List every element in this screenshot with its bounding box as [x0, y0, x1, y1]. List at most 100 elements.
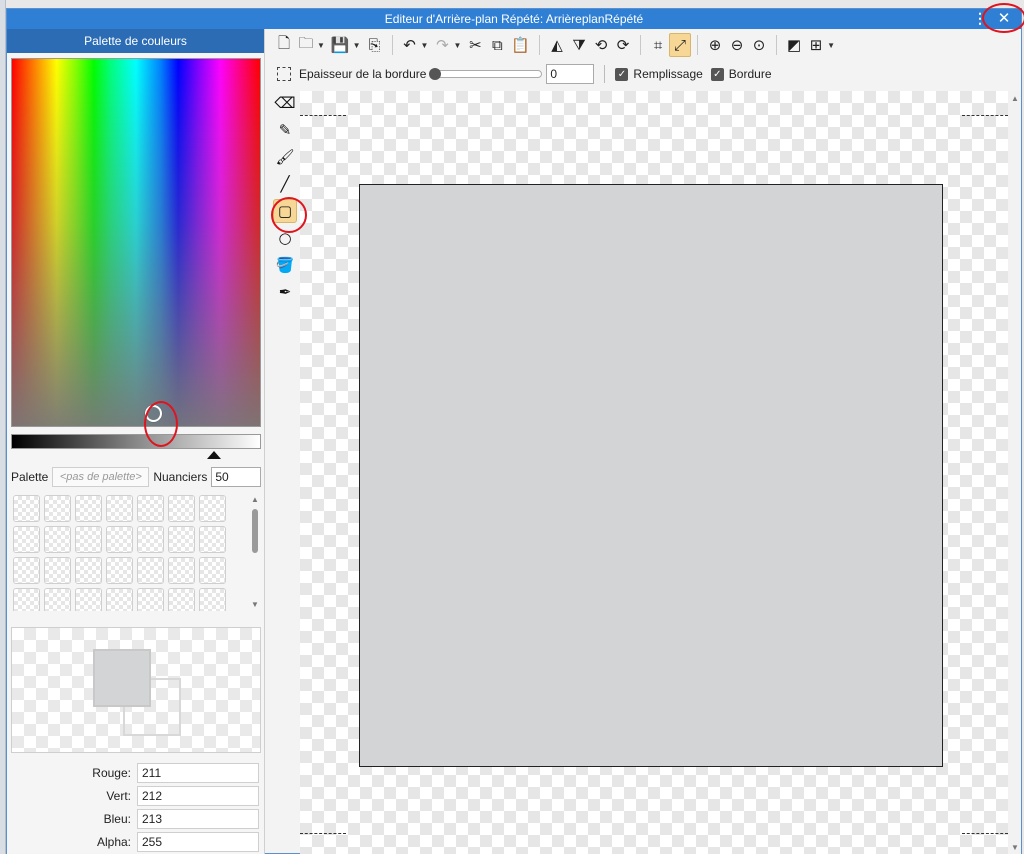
palette-swatch[interactable]: [106, 557, 133, 584]
palette-swatch[interactable]: [168, 495, 195, 522]
flip-horizontal-icon[interactable]: ◭: [546, 33, 568, 57]
palette-swatch[interactable]: [199, 526, 226, 553]
palette-swatch[interactable]: [168, 557, 195, 584]
copy-icon[interactable]: ⧉: [486, 33, 508, 57]
save-icon[interactable]: 💾: [328, 33, 353, 57]
close-icon[interactable]: ✕: [989, 9, 1019, 29]
palette-swatch[interactable]: [137, 557, 164, 584]
palette-swatch[interactable]: [44, 495, 71, 522]
dropdown-caret-icon[interactable]: ▼: [827, 41, 835, 50]
palette-swatch[interactable]: [75, 557, 102, 584]
rectangle-icon[interactable]: ▢: [273, 199, 297, 223]
blue-row: Bleu: 213: [11, 807, 261, 830]
palette-row: Palette <pas de palette> Nuanciers 50: [11, 467, 261, 487]
tile-guide-top-left: [300, 115, 346, 116]
brush-icon[interactable]: 🖌: [273, 145, 297, 169]
palette-swatch[interactable]: [168, 588, 195, 611]
swatch-scrollbar[interactable]: ▲ ▼: [249, 493, 261, 611]
palette-swatch[interactable]: [44, 557, 71, 584]
border-checkbox[interactable]: ✓: [710, 67, 724, 81]
dropdown-caret-icon[interactable]: ▼: [353, 41, 361, 50]
color-spectrum-picker[interactable]: [11, 58, 261, 427]
redo-icon[interactable]: ↷: [431, 33, 453, 57]
fill-bucket-icon[interactable]: 🪣: [273, 253, 297, 277]
drawn-rectangle[interactable]: [359, 184, 943, 767]
slider-knob[interactable]: [429, 68, 442, 80]
line-icon[interactable]: ╱: [273, 172, 297, 196]
rotate-left-icon[interactable]: ⟲: [590, 33, 612, 57]
background-color-icon[interactable]: ◩: [783, 33, 805, 57]
fill-checkbox[interactable]: ✓: [615, 67, 629, 81]
palette-swatch[interactable]: [13, 588, 40, 611]
pencil-icon[interactable]: ✎: [273, 118, 297, 142]
scroll-up-arrow-icon[interactable]: ▲: [251, 495, 259, 504]
shades-label: Nuanciers: [153, 470, 208, 484]
border-thickness-slider[interactable]: [429, 68, 543, 80]
selection-icon[interactable]: [277, 67, 291, 81]
palette-swatch[interactable]: [199, 588, 226, 611]
palette-swatch[interactable]: [13, 526, 40, 553]
palette-swatch[interactable]: [44, 588, 71, 611]
palette-swatch[interactable]: [13, 495, 40, 522]
separator: [604, 65, 606, 83]
palette-swatch[interactable]: [168, 526, 195, 553]
palette-swatch[interactable]: [137, 495, 164, 522]
brightness-slider-marker[interactable]: [207, 451, 221, 459]
grid-icon[interactable]: ⊞: [805, 33, 827, 57]
tiled-background-editor-window: Editeur d'Arrière-plan Répété: Arrièrepl…: [6, 3, 1024, 854]
palette-select[interactable]: <pas de palette>: [52, 467, 150, 487]
tile-guide-bottom-right: [962, 833, 1008, 834]
zoom-in-icon[interactable]: ⊕: [704, 33, 726, 57]
shades-input[interactable]: 50: [211, 467, 261, 487]
new-file-icon[interactable]: 🗋: [273, 33, 295, 57]
border-thickness-input[interactable]: 0: [546, 64, 595, 84]
cut-icon[interactable]: ✂: [464, 33, 486, 57]
blue-input[interactable]: 213: [137, 808, 259, 829]
palette-swatch[interactable]: [75, 588, 102, 611]
red-input[interactable]: 211: [137, 762, 259, 783]
eyedropper-icon[interactable]: ✒: [273, 280, 297, 304]
rotate-right-icon[interactable]: ⟳: [612, 33, 634, 57]
dropdown-caret-icon[interactable]: ▼: [453, 41, 461, 50]
palette-swatch[interactable]: [137, 588, 164, 611]
palette-swatch[interactable]: [106, 588, 133, 611]
foreground-color-swatch[interactable]: [93, 649, 151, 707]
palette-swatch[interactable]: [106, 526, 133, 553]
zoom-out-icon[interactable]: ⊖: [726, 33, 748, 57]
vertical-dots-icon[interactable]: ⋮: [973, 9, 987, 29]
crop-icon[interactable]: ⌗: [647, 33, 669, 57]
drawing-canvas[interactable]: [300, 91, 1008, 854]
canvas-scrollbar[interactable]: ▲ ▼: [1008, 91, 1021, 854]
export-icon[interactable]: ⎘: [364, 33, 386, 57]
red-label: Rouge:: [92, 765, 131, 780]
brightness-slider[interactable]: [11, 434, 261, 449]
palette-swatch[interactable]: [75, 526, 102, 553]
palette-swatch[interactable]: [75, 495, 102, 522]
color-preview: [11, 627, 261, 753]
palette-swatch[interactable]: [199, 495, 226, 522]
green-input[interactable]: 212: [137, 785, 259, 806]
palette-swatch[interactable]: [13, 557, 40, 584]
color-picker-handle[interactable]: [145, 405, 162, 422]
scroll-down-arrow-icon[interactable]: ▼: [1011, 843, 1019, 852]
resize-icon[interactable]: ⤢: [669, 33, 692, 57]
palette-swatch[interactable]: [199, 557, 226, 584]
open-folder-icon[interactable]: 🗀: [295, 33, 317, 57]
flip-vertical-icon[interactable]: ⧩: [568, 33, 590, 57]
dropdown-caret-icon[interactable]: ▼: [317, 41, 325, 50]
undo-icon[interactable]: ↶: [399, 33, 421, 57]
palette-swatch[interactable]: [137, 526, 164, 553]
dropdown-caret-icon[interactable]: ▼: [421, 41, 429, 50]
scroll-down-arrow-icon[interactable]: ▼: [251, 600, 259, 609]
title-bar: Editeur d'Arrière-plan Répété: Arrièrepl…: [7, 9, 1021, 29]
palette-swatch[interactable]: [44, 526, 71, 553]
ellipse-icon[interactable]: ○: [273, 226, 297, 250]
zoom-reset-icon[interactable]: ⊙: [748, 33, 770, 57]
main-toolbar: 🗋 🗀 ▼ 💾 ▼ ⎘ ↶ ▼ ↷ ▼ ✂ ⧉ 📋 ◭ ⧩ ⟲ ⟳ ⌗ ⤢ ⊕ ⊖ ⊙ ◩ ⊞ ▼: [273, 31, 1021, 59]
scroll-up-arrow-icon[interactable]: ▲: [1011, 94, 1019, 103]
palette-swatch[interactable]: [106, 495, 133, 522]
eraser-icon[interactable]: ⌫: [273, 91, 297, 115]
scroll-thumb[interactable]: [252, 509, 258, 553]
alpha-input[interactable]: 255: [137, 831, 259, 852]
paste-icon[interactable]: 📋: [508, 33, 533, 57]
